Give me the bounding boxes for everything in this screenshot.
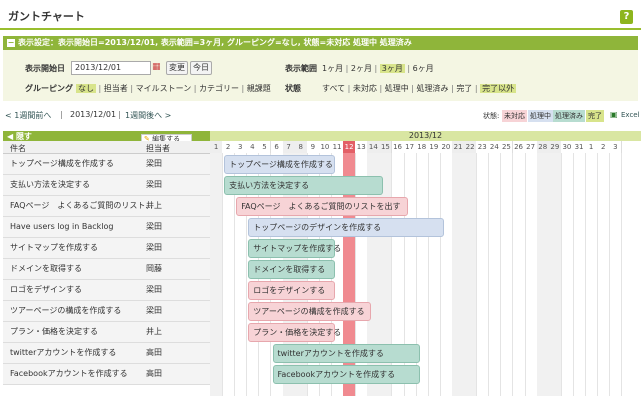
status-inprogress[interactable]: 処理中 (385, 84, 409, 93)
legend-resolved: 処理済み (553, 110, 585, 122)
task-bar[interactable]: ロゴをデザインする (248, 281, 335, 300)
task-name[interactable]: サイトマップを作成する (10, 238, 98, 258)
table-row[interactable]: FAQページ よくあるご質問のリスト... 井上 (3, 196, 210, 217)
settings-toggle[interactable]: − 表示設定：表示開始日=2013/12/01, 表示範囲=3ヶ月, グルーピング… (3, 36, 638, 50)
task-assignee: 井上 (146, 201, 162, 210)
col-assignee: 担当者 (146, 144, 170, 153)
grouping-label: グルーピング (25, 84, 73, 93)
excel-link[interactable]: Excel (621, 111, 640, 119)
task-assignee: 井上 (146, 327, 162, 336)
task-bar[interactable]: FAQページ よくあるご質問のリストを出す (236, 197, 408, 216)
legend-label: 状態: (483, 112, 500, 120)
help-icon[interactable]: ? (620, 10, 633, 24)
start-date-label: 表示開始日 (25, 64, 65, 73)
settings-summary: 表示設定：表示開始日=2013/12/01, 表示範囲=3ヶ月, グルーピング=… (18, 38, 412, 47)
task-assignee: 梁田 (146, 285, 162, 294)
collapse-icon[interactable]: − (7, 39, 15, 47)
legend-open: 未対応 (502, 110, 527, 122)
current-date: 2013/12/01 (70, 110, 117, 119)
status-closed[interactable]: 完了 (456, 84, 472, 93)
range-label: 表示範囲 (285, 64, 317, 73)
legend-inprogress: 処理中 (528, 110, 553, 122)
range-1m[interactable]: 1ヶ月 (322, 64, 343, 73)
month-header: 2013/12 (210, 131, 641, 141)
task-bar[interactable]: Facebookアカウントを作成する (272, 365, 420, 384)
task-name[interactable]: Have users log in Backlog (10, 217, 113, 237)
table-row[interactable]: twitterアカウントを作成する 高田 (3, 343, 210, 364)
group-assignee[interactable]: 担当者 (104, 84, 128, 93)
task-name[interactable]: プラン・価格を決定する (10, 322, 98, 342)
task-bar[interactable]: トップページ構成を作成する (224, 155, 335, 174)
task-name[interactable]: 支払い方法を決定する (10, 175, 90, 195)
table-row[interactable]: 支払い方法を決定する 梁田 (3, 175, 210, 196)
status-open[interactable]: 未対応 (353, 84, 377, 93)
range-3m[interactable]: 3ヶ月 (379, 64, 405, 73)
task-name[interactable]: Facebookアカウントを作成する (10, 364, 128, 384)
group-category[interactable]: カテゴリー (199, 84, 239, 93)
excel-icon[interactable]: ▣ (610, 110, 618, 119)
task-assignee: 梁田 (146, 222, 162, 231)
group-none[interactable]: なし (76, 84, 96, 93)
table-row[interactable]: サイトマップを作成する 梁田 (3, 238, 210, 259)
table-row[interactable]: ツアーページの構成を作成する 梁田 (3, 301, 210, 322)
status-resolved[interactable]: 処理済み (417, 84, 449, 93)
status-label: 状態 (285, 84, 301, 93)
task-name[interactable]: FAQページ よくあるご質問のリスト... (10, 196, 153, 216)
legend-closed: 完了 (586, 110, 604, 122)
task-assignee: 高田 (146, 348, 162, 357)
task-assignee: 岡藤 (146, 264, 162, 273)
task-bar[interactable]: ドメインを取得する (248, 260, 335, 279)
grouping-options: なし | 担当者 | マイルストーン | カテゴリー | 親課題 (76, 84, 271, 93)
prev-week-link[interactable]: < 1週間前へ (5, 110, 51, 121)
next-week-link[interactable]: 1週間後へ > (125, 110, 171, 121)
task-assignee: 梁田 (146, 306, 162, 315)
task-name[interactable]: twitterアカウントを作成する (10, 343, 116, 363)
calendar-icon[interactable]: ▦ (152, 62, 161, 72)
task-name[interactable]: トップページ構成を作成する (10, 154, 114, 174)
task-bar[interactable]: サイトマップを作成する (248, 239, 341, 258)
page-title: ガントチャート (8, 10, 85, 23)
range-options: 1ヶ月 | 2ヶ月 | 3ヶ月 | 6ヶ月 (322, 64, 434, 73)
task-bar[interactable]: トップページのデザインを作成する (248, 218, 444, 237)
start-date-input[interactable]: 2013/12/01 (71, 61, 151, 75)
day-header: 3 (609, 141, 623, 153)
task-bar[interactable]: 支払い方法を決定する (224, 176, 384, 195)
task-assignee: 高田 (146, 369, 162, 378)
task-bar[interactable]: twitterアカウントを作成する (272, 344, 420, 363)
task-assignee: 梁田 (146, 159, 162, 168)
column-header: 件名 担当者 (3, 141, 210, 154)
status-not-closed[interactable]: 完了以外 (480, 84, 517, 93)
task-name[interactable]: ツアーページの構成を作成する (10, 301, 121, 321)
table-row[interactable]: Have users log in Backlog 梁田 (3, 217, 210, 238)
table-row[interactable]: ドメインを取得する 岡藤 (3, 259, 210, 280)
header-divider (0, 28, 641, 30)
status-all[interactable]: すべて (322, 84, 345, 93)
col-name: 件名 (10, 144, 26, 153)
day-column (609, 153, 623, 396)
table-row[interactable]: ロゴをデザインする 梁田 (3, 280, 210, 301)
task-bar[interactable]: ツアーページの構成を作成する (248, 302, 372, 321)
hide-button[interactable]: ◀ 隠す (3, 132, 32, 141)
group-milestone[interactable]: マイルストーン (136, 84, 192, 93)
group-parent[interactable]: 親課題 (247, 84, 271, 93)
today-button[interactable]: 今日 (190, 61, 212, 75)
range-6m[interactable]: 6ヶ月 (413, 64, 434, 73)
table-row[interactable]: トップページ構成を作成する 梁田 (3, 154, 210, 175)
range-2m[interactable]: 2ヶ月 (351, 64, 372, 73)
status-options: すべて | 未対応 | 処理中 | 処理済み | 完了 | 完了以外 (322, 84, 517, 93)
task-assignee: 梁田 (146, 243, 162, 252)
change-button[interactable]: 変更 (166, 61, 188, 75)
task-name[interactable]: ロゴをデザインする (10, 280, 82, 300)
task-bar[interactable]: プラン・価格を決定する (248, 323, 341, 342)
task-assignee: 梁田 (146, 180, 162, 189)
table-row[interactable]: Facebookアカウントを作成する 高田 (3, 364, 210, 385)
task-name[interactable]: ドメインを取得する (10, 259, 82, 279)
table-row[interactable]: プラン・価格を決定する 井上 (3, 322, 210, 343)
